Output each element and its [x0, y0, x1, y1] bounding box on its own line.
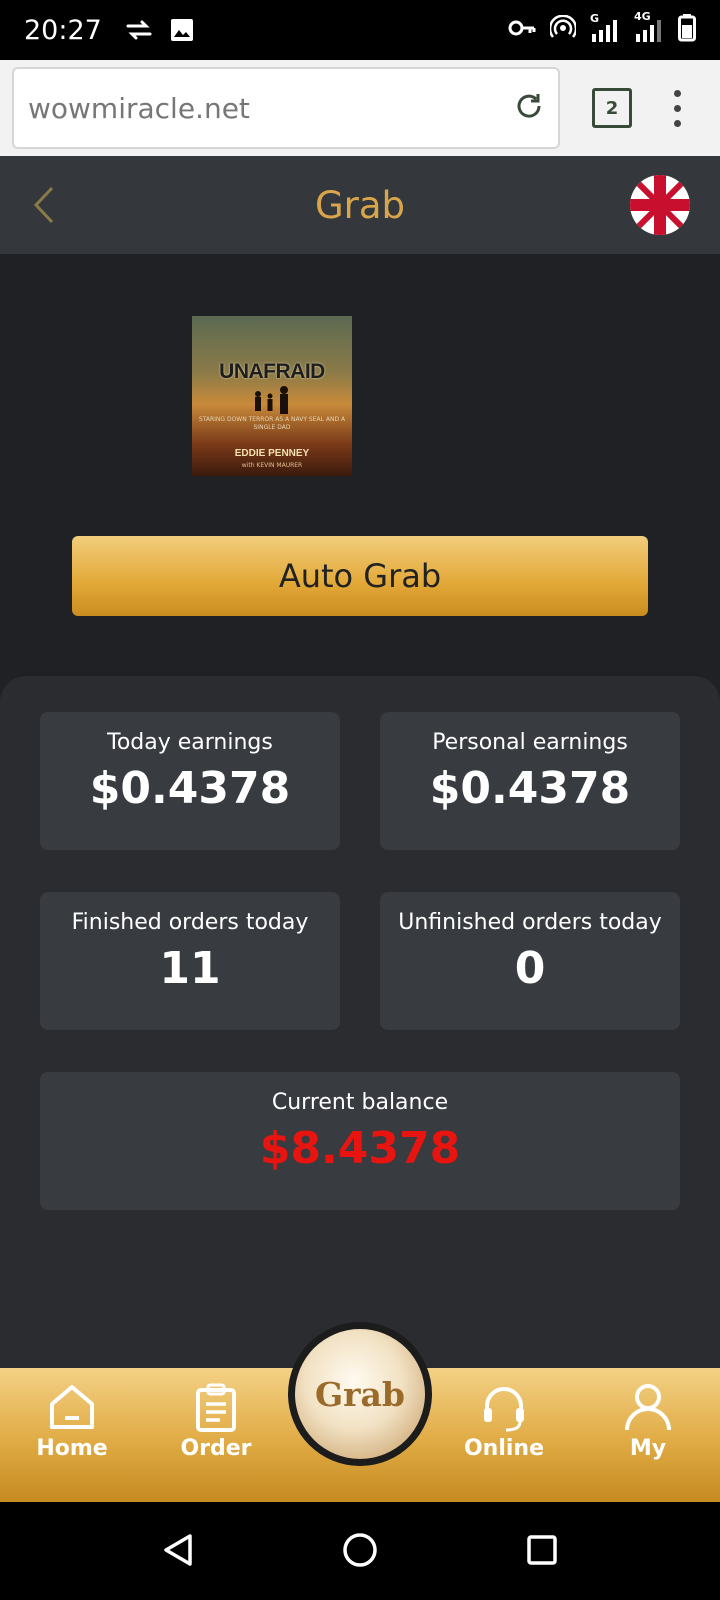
book-coauthor: with KEVIN MAURER [241, 462, 303, 469]
personal-earnings-label: Personal earnings [432, 730, 628, 755]
system-home-icon[interactable] [342, 1532, 378, 1572]
tab-switcher-button[interactable]: 2 [592, 88, 632, 128]
nav-online-label: Online [463, 1436, 545, 1461]
sync-icon [124, 18, 154, 42]
key-icon [508, 18, 536, 42]
grab-center-label: Grab [295, 1329, 425, 1459]
image-icon [170, 18, 194, 42]
nav-home-label: Home [36, 1436, 108, 1461]
unfinished-orders-label: Unfinished orders today [398, 910, 662, 935]
status-bar: 20:27 G 4G [0, 0, 720, 60]
system-navigation-bar [0, 1502, 720, 1600]
battery-icon [678, 14, 696, 46]
signal-icon-1: G [590, 12, 620, 42]
tab-count: 2 [605, 97, 619, 119]
stats-panel: Today earnings $0.4378 Personal earnings… [0, 676, 720, 1406]
nav-my[interactable]: My [588, 1382, 708, 1461]
book-author: EDDIE PENNEY [234, 448, 310, 459]
reload-icon[interactable] [514, 91, 544, 125]
today-earnings-value: $0.4378 [89, 763, 291, 814]
url-text[interactable]: wowmiracle.net [28, 92, 514, 125]
finished-orders-value: 11 [159, 943, 221, 994]
back-arrow-icon[interactable] [30, 184, 56, 230]
status-right-icons: G 4G [508, 10, 696, 46]
today-earnings-label: Today earnings [107, 730, 273, 755]
auto-grab-button[interactable]: Auto Grab [72, 536, 648, 616]
nav-online[interactable]: Online [444, 1382, 564, 1461]
current-balance-card: Current balance $8.4378 [40, 1072, 680, 1210]
personal-earnings-value: $0.4378 [429, 763, 631, 814]
browser-toolbar: wowmiracle.net 2 [0, 60, 720, 156]
nav-home[interactable]: Home [12, 1382, 132, 1461]
personal-earnings-card: Personal earnings $0.4378 [380, 712, 680, 850]
current-balance-label: Current balance [271, 1090, 449, 1115]
hotspot-icon [548, 14, 578, 45]
nav-my-label: My [629, 1436, 667, 1461]
app-header: Grab [0, 156, 720, 254]
current-balance-value: $8.4378 [259, 1123, 461, 1174]
browser-menu-icon[interactable] [674, 89, 681, 127]
user-icon [625, 1384, 671, 1431]
nav-order[interactable]: Order [156, 1382, 276, 1461]
unfinished-orders-value: 0 [514, 943, 546, 994]
nav-order-label: Order [180, 1436, 252, 1461]
system-back-icon[interactable] [160, 1532, 196, 1572]
uk-flag-icon[interactable] [630, 175, 690, 239]
grab-center-button[interactable]: Grab [288, 1322, 432, 1466]
book-title: UNAFRAID [219, 360, 325, 383]
address-bar[interactable]: wowmiracle.net [12, 67, 560, 149]
clipboard-icon [196, 1383, 236, 1432]
network-label-1: G [590, 12, 600, 25]
today-earnings-card: Today earnings $0.4378 [40, 712, 340, 850]
status-time: 20:27 [24, 14, 102, 46]
unfinished-orders-card: Unfinished orders today 0 [380, 892, 680, 1030]
headset-icon [484, 1387, 524, 1432]
silhouette-figures-icon [255, 386, 288, 414]
product-book-cover: UNAFRAID STARING DOWN TERROR AS A NAVY S… [192, 316, 352, 476]
finished-orders-label: Finished orders today [71, 910, 309, 935]
page-title: Grab [314, 183, 406, 227]
signal-icon-2: 4G [634, 10, 664, 42]
finished-orders-card: Finished orders today 11 [40, 892, 340, 1030]
home-icon [50, 1385, 94, 1429]
system-recents-icon[interactable] [524, 1532, 560, 1572]
network-label-2: 4G [634, 10, 651, 23]
book-tagline: STARING DOWN TERROR AS A NAVY SEAL AND A… [198, 416, 346, 431]
